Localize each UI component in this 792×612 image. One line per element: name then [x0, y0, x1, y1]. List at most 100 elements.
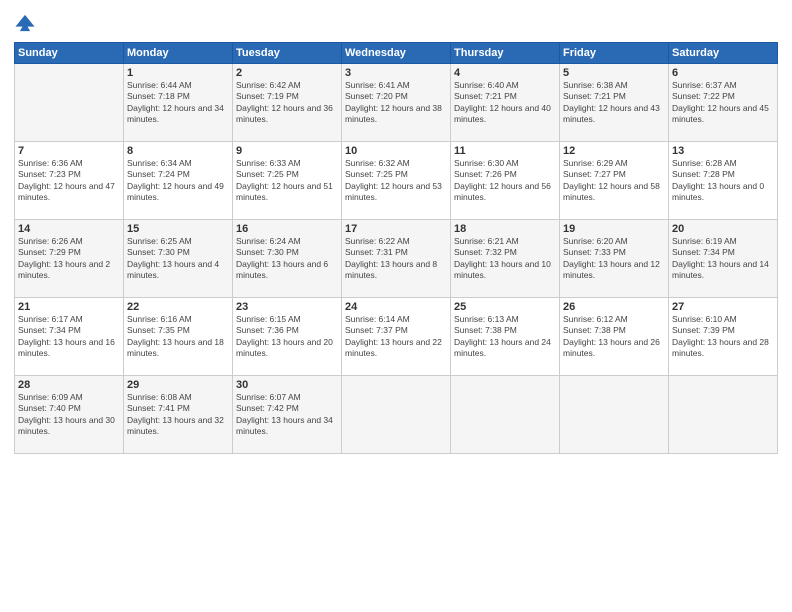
calendar-cell: 15Sunrise: 6:25 AMSunset: 7:30 PMDayligh…	[124, 220, 233, 298]
day-number: 1	[127, 67, 229, 79]
day-number: 6	[672, 67, 774, 79]
day-number: 15	[127, 223, 229, 235]
day-number: 19	[563, 223, 665, 235]
day-info: Sunrise: 6:34 AMSunset: 7:24 PMDaylight:…	[127, 158, 229, 204]
calendar-cell: 20Sunrise: 6:19 AMSunset: 7:34 PMDayligh…	[669, 220, 778, 298]
day-number: 13	[672, 145, 774, 157]
day-info: Sunrise: 6:29 AMSunset: 7:27 PMDaylight:…	[563, 158, 665, 204]
calendar-cell: 16Sunrise: 6:24 AMSunset: 7:30 PMDayligh…	[233, 220, 342, 298]
logo-icon	[14, 12, 36, 34]
calendar-cell: 6Sunrise: 6:37 AMSunset: 7:22 PMDaylight…	[669, 64, 778, 142]
day-info: Sunrise: 6:16 AMSunset: 7:35 PMDaylight:…	[127, 314, 229, 360]
calendar-cell: 29Sunrise: 6:08 AMSunset: 7:41 PMDayligh…	[124, 376, 233, 454]
calendar-cell: 21Sunrise: 6:17 AMSunset: 7:34 PMDayligh…	[15, 298, 124, 376]
day-number: 2	[236, 67, 338, 79]
day-info: Sunrise: 6:41 AMSunset: 7:20 PMDaylight:…	[345, 80, 447, 126]
day-info: Sunrise: 6:40 AMSunset: 7:21 PMDaylight:…	[454, 80, 556, 126]
calendar-cell	[669, 376, 778, 454]
day-number: 3	[345, 67, 447, 79]
calendar-cell: 4Sunrise: 6:40 AMSunset: 7:21 PMDaylight…	[451, 64, 560, 142]
day-number: 24	[345, 301, 447, 313]
calendar-cell: 11Sunrise: 6:30 AMSunset: 7:26 PMDayligh…	[451, 142, 560, 220]
calendar-cell: 18Sunrise: 6:21 AMSunset: 7:32 PMDayligh…	[451, 220, 560, 298]
day-info: Sunrise: 6:32 AMSunset: 7:25 PMDaylight:…	[345, 158, 447, 204]
calendar-cell: 7Sunrise: 6:36 AMSunset: 7:23 PMDaylight…	[15, 142, 124, 220]
day-info: Sunrise: 6:28 AMSunset: 7:28 PMDaylight:…	[672, 158, 774, 204]
calendar-cell: 23Sunrise: 6:15 AMSunset: 7:36 PMDayligh…	[233, 298, 342, 376]
day-number: 14	[18, 223, 120, 235]
day-info: Sunrise: 6:14 AMSunset: 7:37 PMDaylight:…	[345, 314, 447, 360]
day-number: 7	[18, 145, 120, 157]
calendar-cell: 9Sunrise: 6:33 AMSunset: 7:25 PMDaylight…	[233, 142, 342, 220]
day-info: Sunrise: 6:12 AMSunset: 7:38 PMDaylight:…	[563, 314, 665, 360]
calendar-cell	[451, 376, 560, 454]
weekday-header-row: SundayMondayTuesdayWednesdayThursdayFrid…	[15, 43, 778, 64]
calendar-cell: 10Sunrise: 6:32 AMSunset: 7:25 PMDayligh…	[342, 142, 451, 220]
day-info: Sunrise: 6:07 AMSunset: 7:42 PMDaylight:…	[236, 392, 338, 438]
calendar-cell: 2Sunrise: 6:42 AMSunset: 7:19 PMDaylight…	[233, 64, 342, 142]
day-number: 8	[127, 145, 229, 157]
header	[14, 12, 778, 34]
calendar-cell: 22Sunrise: 6:16 AMSunset: 7:35 PMDayligh…	[124, 298, 233, 376]
day-info: Sunrise: 6:30 AMSunset: 7:26 PMDaylight:…	[454, 158, 556, 204]
day-info: Sunrise: 6:37 AMSunset: 7:22 PMDaylight:…	[672, 80, 774, 126]
day-number: 18	[454, 223, 556, 235]
weekday-header-monday: Monday	[124, 43, 233, 64]
day-number: 11	[454, 145, 556, 157]
weekday-header-wednesday: Wednesday	[342, 43, 451, 64]
calendar-week-row: 14Sunrise: 6:26 AMSunset: 7:29 PMDayligh…	[15, 220, 778, 298]
calendar-cell	[342, 376, 451, 454]
calendar-week-row: 1Sunrise: 6:44 AMSunset: 7:18 PMDaylight…	[15, 64, 778, 142]
calendar-cell	[15, 64, 124, 142]
calendar-cell: 24Sunrise: 6:14 AMSunset: 7:37 PMDayligh…	[342, 298, 451, 376]
day-info: Sunrise: 6:38 AMSunset: 7:21 PMDaylight:…	[563, 80, 665, 126]
calendar-cell: 8Sunrise: 6:34 AMSunset: 7:24 PMDaylight…	[124, 142, 233, 220]
calendar-cell: 28Sunrise: 6:09 AMSunset: 7:40 PMDayligh…	[15, 376, 124, 454]
day-info: Sunrise: 6:24 AMSunset: 7:30 PMDaylight:…	[236, 236, 338, 282]
calendar-cell: 5Sunrise: 6:38 AMSunset: 7:21 PMDaylight…	[560, 64, 669, 142]
day-info: Sunrise: 6:15 AMSunset: 7:36 PMDaylight:…	[236, 314, 338, 360]
day-number: 29	[127, 379, 229, 391]
day-number: 20	[672, 223, 774, 235]
day-number: 4	[454, 67, 556, 79]
day-number: 28	[18, 379, 120, 391]
day-info: Sunrise: 6:17 AMSunset: 7:34 PMDaylight:…	[18, 314, 120, 360]
day-number: 12	[563, 145, 665, 157]
calendar-cell: 14Sunrise: 6:26 AMSunset: 7:29 PMDayligh…	[15, 220, 124, 298]
weekday-header-sunday: Sunday	[15, 43, 124, 64]
day-info: Sunrise: 6:33 AMSunset: 7:25 PMDaylight:…	[236, 158, 338, 204]
calendar-week-row: 21Sunrise: 6:17 AMSunset: 7:34 PMDayligh…	[15, 298, 778, 376]
calendar-cell	[560, 376, 669, 454]
day-info: Sunrise: 6:19 AMSunset: 7:34 PMDaylight:…	[672, 236, 774, 282]
weekday-header-tuesday: Tuesday	[233, 43, 342, 64]
day-number: 10	[345, 145, 447, 157]
day-info: Sunrise: 6:44 AMSunset: 7:18 PMDaylight:…	[127, 80, 229, 126]
calendar-container: SundayMondayTuesdayWednesdayThursdayFrid…	[0, 0, 792, 612]
weekday-header-thursday: Thursday	[451, 43, 560, 64]
weekday-header-friday: Friday	[560, 43, 669, 64]
calendar-table: SundayMondayTuesdayWednesdayThursdayFrid…	[14, 42, 778, 454]
day-number: 21	[18, 301, 120, 313]
day-info: Sunrise: 6:08 AMSunset: 7:41 PMDaylight:…	[127, 392, 229, 438]
day-info: Sunrise: 6:20 AMSunset: 7:33 PMDaylight:…	[563, 236, 665, 282]
calendar-cell: 26Sunrise: 6:12 AMSunset: 7:38 PMDayligh…	[560, 298, 669, 376]
day-info: Sunrise: 6:25 AMSunset: 7:30 PMDaylight:…	[127, 236, 229, 282]
day-number: 27	[672, 301, 774, 313]
day-info: Sunrise: 6:10 AMSunset: 7:39 PMDaylight:…	[672, 314, 774, 360]
weekday-header-saturday: Saturday	[669, 43, 778, 64]
day-number: 26	[563, 301, 665, 313]
calendar-cell: 12Sunrise: 6:29 AMSunset: 7:27 PMDayligh…	[560, 142, 669, 220]
day-number: 17	[345, 223, 447, 235]
day-info: Sunrise: 6:36 AMSunset: 7:23 PMDaylight:…	[18, 158, 120, 204]
calendar-cell: 17Sunrise: 6:22 AMSunset: 7:31 PMDayligh…	[342, 220, 451, 298]
day-number: 23	[236, 301, 338, 313]
calendar-cell: 27Sunrise: 6:10 AMSunset: 7:39 PMDayligh…	[669, 298, 778, 376]
day-info: Sunrise: 6:42 AMSunset: 7:19 PMDaylight:…	[236, 80, 338, 126]
logo	[14, 12, 40, 34]
calendar-cell: 19Sunrise: 6:20 AMSunset: 7:33 PMDayligh…	[560, 220, 669, 298]
calendar-cell: 30Sunrise: 6:07 AMSunset: 7:42 PMDayligh…	[233, 376, 342, 454]
day-info: Sunrise: 6:26 AMSunset: 7:29 PMDaylight:…	[18, 236, 120, 282]
calendar-cell: 13Sunrise: 6:28 AMSunset: 7:28 PMDayligh…	[669, 142, 778, 220]
calendar-week-row: 28Sunrise: 6:09 AMSunset: 7:40 PMDayligh…	[15, 376, 778, 454]
calendar-cell: 25Sunrise: 6:13 AMSunset: 7:38 PMDayligh…	[451, 298, 560, 376]
